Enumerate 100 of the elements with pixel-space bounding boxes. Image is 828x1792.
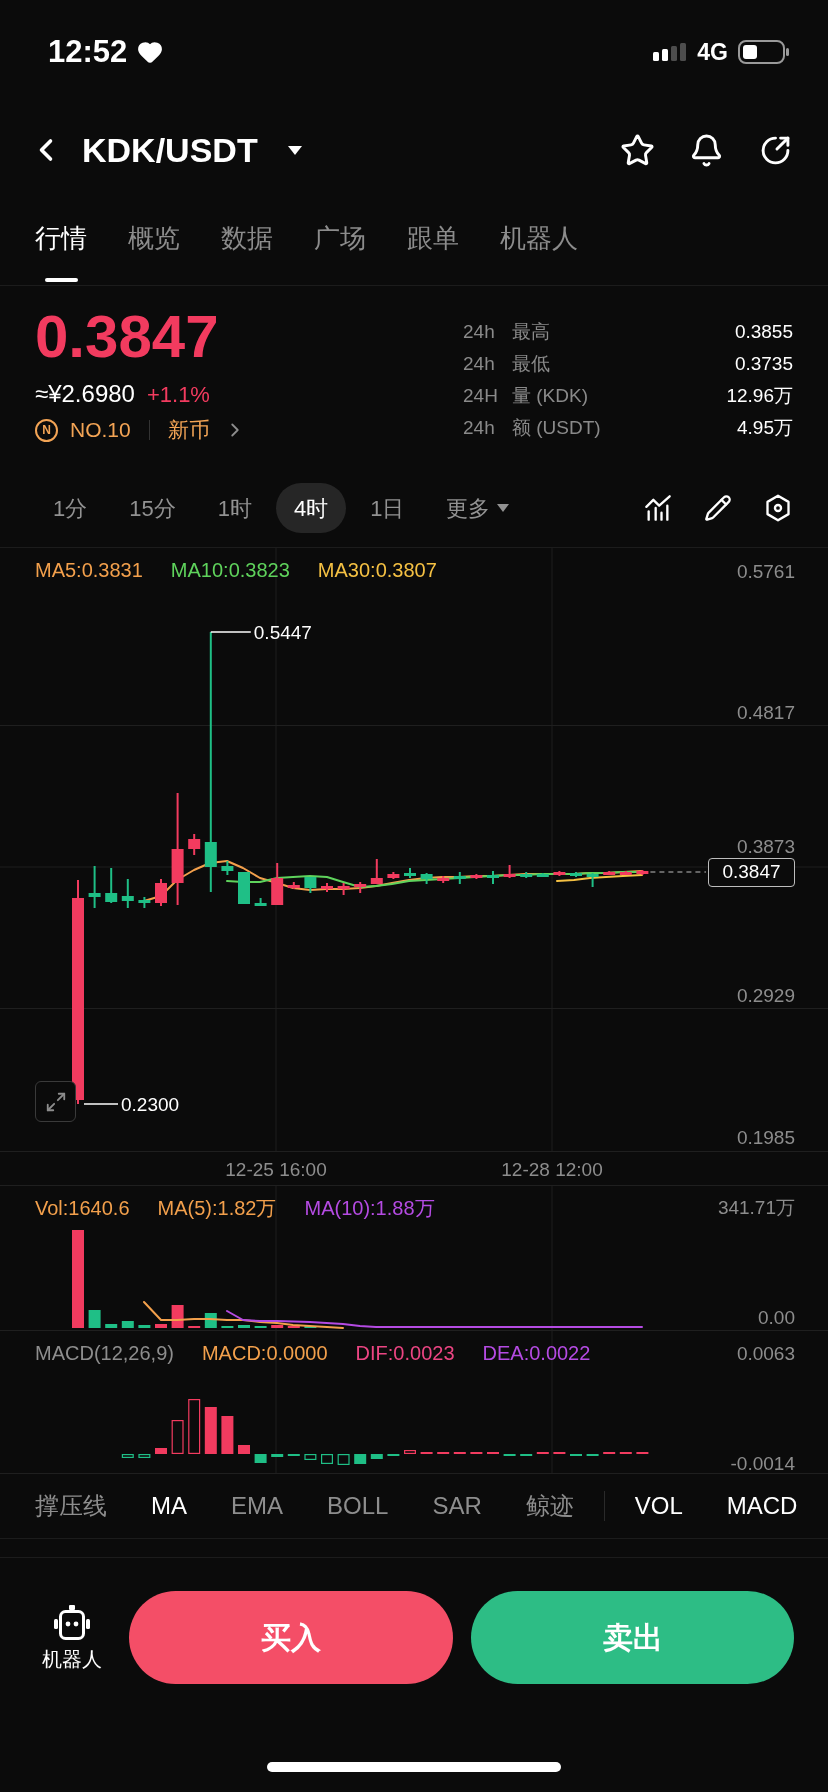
tab[interactable]: 机器人 (500, 218, 578, 285)
tab[interactable]: 跟单 (407, 218, 459, 285)
axis-label: 0.00 (758, 1306, 795, 1328)
candlestick (221, 860, 234, 876)
candlestick (188, 833, 201, 856)
caret-down-icon[interactable] (287, 145, 302, 155)
stat-label: 最高 (512, 319, 550, 344)
status-time: 12:52 (48, 32, 128, 71)
candlestick (370, 858, 383, 885)
stat-value: 0.3855 (734, 319, 793, 344)
tab[interactable]: 数据 (221, 218, 273, 285)
last-price: 0.3847 (35, 305, 220, 369)
battery-icon (738, 40, 790, 64)
volume-bar (121, 1321, 134, 1328)
tab[interactable]: 广场 (314, 218, 366, 285)
macd-legend-label: MACD:0.0000 (201, 1341, 328, 1366)
volume-bar (138, 1325, 151, 1328)
interval-tab[interactable]: 4时 (276, 483, 347, 533)
volume-legend-label: Vol:1640.6 (35, 1196, 130, 1221)
candlestick (437, 875, 450, 884)
stat-period: 24h (463, 415, 496, 440)
robot-button[interactable]: 机器人 (30, 1604, 114, 1671)
candlestick (503, 864, 516, 879)
macd-bar (354, 1454, 367, 1464)
indicator-title: MACD(12,26,9) (35, 1341, 174, 1366)
macd-bar (271, 1454, 284, 1457)
candlestick (354, 881, 367, 894)
candlestick (271, 862, 284, 906)
indicator-tab[interactable]: VOL (634, 1488, 683, 1524)
indicator-tab[interactable]: MA (151, 1488, 187, 1524)
axis-label: 0.3873 (736, 835, 795, 857)
ma-legend-label: MA5:0.3831 (35, 558, 143, 583)
candlestick (387, 871, 400, 880)
axis-label: 341.71万 (717, 1196, 795, 1218)
candlestick (570, 871, 582, 878)
macd-bar (321, 1454, 333, 1464)
robot-icon (53, 1604, 91, 1641)
macd-bar (404, 1450, 416, 1454)
indicator-tab[interactable]: EMA (231, 1488, 283, 1524)
interval-tab[interactable]: 15分 (111, 483, 194, 533)
macd-legend-label: DEA:0.0022 (482, 1341, 591, 1366)
buy-button[interactable]: 买入 (129, 1591, 453, 1684)
rank-label[interactable]: NO.10 (70, 414, 131, 446)
volume-bar (238, 1325, 250, 1328)
volume-bar (88, 1310, 101, 1328)
macd-bar (238, 1445, 250, 1454)
line-bar-chart-icon[interactable] (644, 494, 672, 522)
candlestick (321, 882, 333, 893)
macd-legend-label: DIF:0.0023 (355, 1341, 455, 1366)
candlestick (453, 871, 466, 885)
macd-bar (304, 1454, 317, 1460)
indicator-tab[interactable]: 撑压线 (35, 1488, 107, 1524)
hexagon-icon[interactable] (764, 494, 792, 522)
axis-label: 12-25 16:00 (225, 1158, 327, 1180)
indicator-tab[interactable]: BOLL (327, 1488, 389, 1524)
tab[interactable]: 概览 (128, 218, 180, 285)
price-line (649, 871, 707, 873)
candlestick (404, 867, 416, 879)
stat-value: 12.96万 (726, 383, 793, 408)
volume-bar (171, 1305, 184, 1328)
axis-label: 0.0063 (736, 1342, 795, 1364)
stat-period: 24h (463, 351, 496, 376)
pencil-icon[interactable] (704, 494, 732, 522)
leader-line (210, 631, 252, 633)
indicator-tab[interactable]: MACD (726, 1488, 798, 1524)
interval-tab[interactable]: 1时 (199, 483, 270, 533)
pair-title[interactable]: KDK/USDT (82, 124, 258, 176)
indicator-tab[interactable]: SAR (432, 1488, 482, 1524)
candlestick (105, 867, 118, 904)
bell-icon[interactable] (689, 132, 724, 168)
axis-label: 12-28 12:00 (501, 1158, 603, 1180)
interval-tab[interactable]: 1日 (352, 483, 423, 533)
axis-label: 0.2929 (736, 985, 795, 1006)
interval-tab[interactable]: 1分 (35, 483, 106, 533)
macd-bar (138, 1454, 151, 1458)
macd-bar (370, 1454, 383, 1459)
star-icon[interactable] (620, 132, 655, 168)
ma-legend-label: MA10:0.3823 (170, 558, 290, 583)
stat-label: 最低 (512, 351, 550, 376)
expand-button[interactable] (35, 1081, 76, 1122)
candlestick (121, 878, 134, 909)
candlestick (88, 865, 101, 909)
axis-label: 0.5761 (736, 560, 795, 582)
low-price-label: 0.2300 (121, 1093, 180, 1115)
indicator-tab[interactable]: 鲸迹 (525, 1488, 574, 1524)
candlestick (487, 870, 499, 885)
caret-down-icon (497, 504, 510, 512)
candlestick (619, 870, 632, 876)
candlestick (420, 872, 433, 885)
heart-icon (137, 39, 164, 65)
stat-label: 量 (KDK) (512, 383, 588, 408)
tab[interactable]: 行情 (35, 218, 87, 285)
tag-label[interactable]: 新币 (167, 414, 210, 446)
interval-tab[interactable]: 更多 (428, 483, 528, 533)
stat-period: 24H (463, 383, 499, 408)
macd-bar (188, 1399, 201, 1454)
volume-bar (271, 1325, 284, 1328)
price-change: +1.1% (146, 380, 210, 409)
candlestick (337, 882, 350, 896)
leader-line (83, 1103, 119, 1105)
